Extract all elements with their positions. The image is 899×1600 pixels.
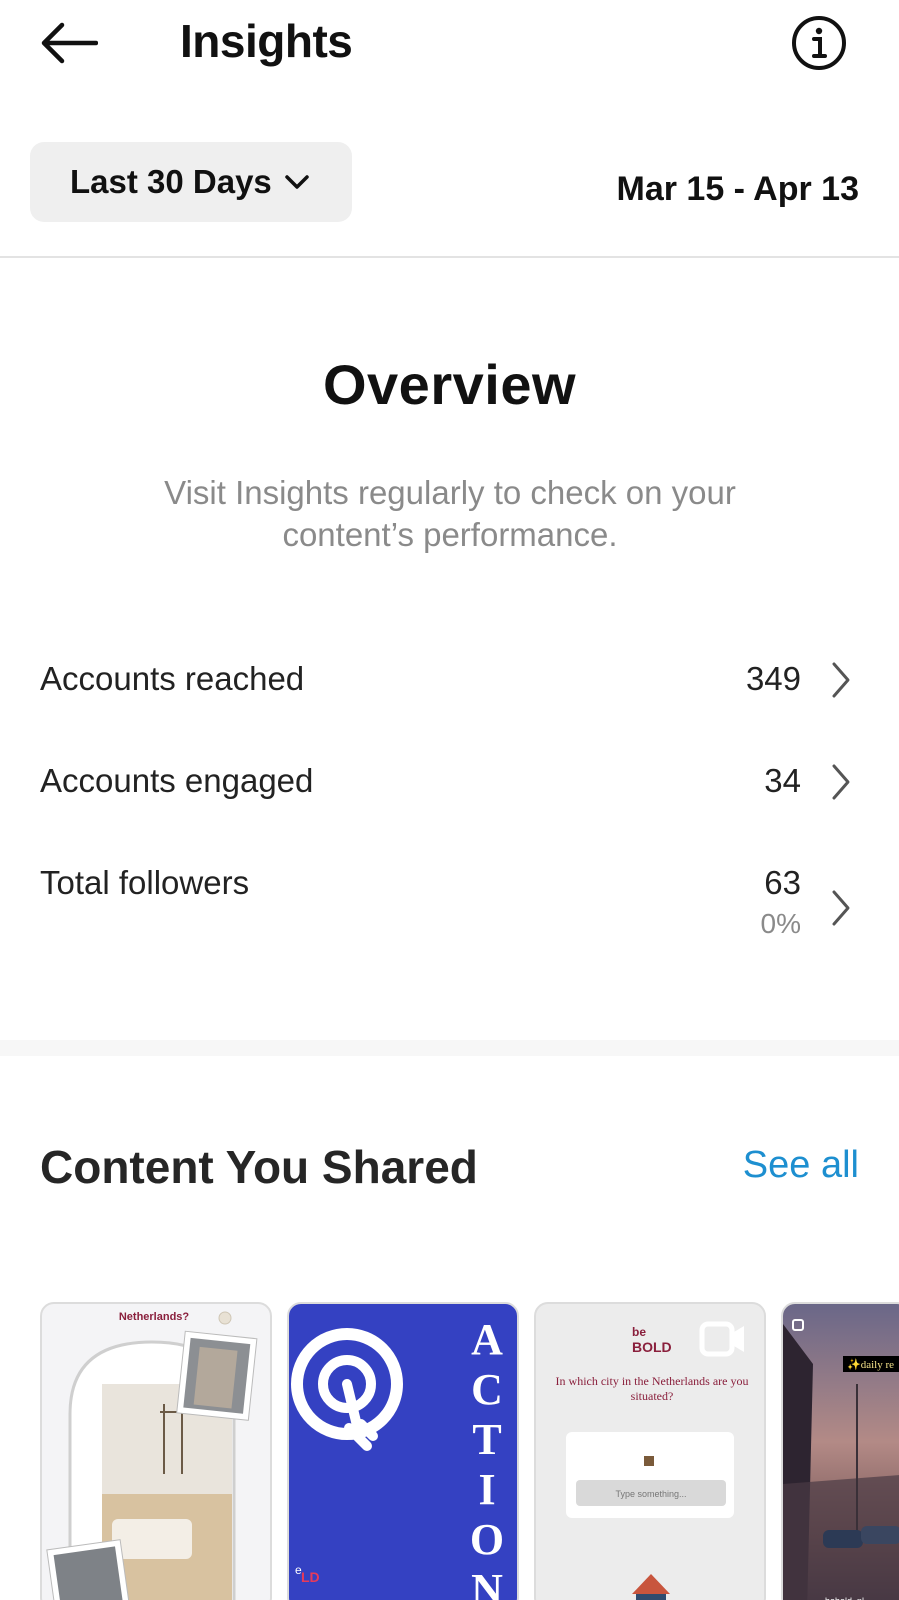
overview-title: Overview: [322, 353, 577, 416]
content-thumbnail-2[interactable]: A C T I O N e LD: [287, 1302, 519, 1600]
chevron-right-icon: [828, 660, 854, 700]
stat-row-accounts-reached[interactable]: Accounts reached 349: [0, 660, 899, 740]
content-thumbnail-1[interactable]: Netherlands?: [40, 1302, 272, 1600]
action-word: A C T I O N: [470, 1315, 504, 1600]
stat-label: Total followers: [40, 864, 250, 901]
date-range-dropdown-label: Last 30 Days: [70, 163, 272, 200]
room-photo-collage-image: Netherlands?: [46, 1311, 258, 1600]
stat-row-accounts-engaged[interactable]: Accounts engaged 34: [0, 762, 899, 842]
svg-text:C: C: [471, 1365, 503, 1414]
content-thumbnail-3[interactable]: be BOLD In which city in the Netherlands…: [534, 1302, 766, 1600]
header-bar: Insights: [0, 0, 899, 90]
date-range-text: Mar 15 - Apr 13: [616, 170, 860, 208]
street-sunset-photo: ✨daily re bebold_nl: [783, 1319, 899, 1600]
overview-subtitle: Visit Insights regularly to check on you…: [164, 474, 736, 553]
content-section-title: Content You Shared: [40, 1141, 478, 1193]
see-all-link[interactable]: See all: [743, 1144, 859, 1187]
svg-text:T: T: [472, 1415, 501, 1464]
action-target-graphic: A C T I O N e LD: [291, 1315, 504, 1600]
chevron-right-icon: [828, 762, 854, 802]
stat-value: 34: [764, 762, 801, 799]
page-title: Insights: [180, 15, 353, 67]
back-arrow-icon[interactable]: [38, 18, 102, 68]
content-thumbnail-4[interactable]: ✨daily re bebold_nl: [781, 1302, 899, 1600]
stat-change: 0%: [760, 908, 801, 939]
story-overlay-text: ✨daily re: [847, 1358, 894, 1371]
svg-text:N: N: [471, 1565, 503, 1600]
divider: [0, 256, 899, 258]
chevron-down-icon: [284, 169, 310, 195]
stat-value: 63: [764, 864, 801, 901]
thumb-caption: Netherlands?: [119, 1311, 190, 1323]
poll-question: In which city in the Netherlands are you…: [555, 1374, 749, 1403]
svg-text:A: A: [471, 1315, 503, 1364]
svg-text:O: O: [470, 1515, 504, 1564]
brand-logo: BOLD: [632, 1339, 672, 1355]
date-range-dropdown[interactable]: Last 30 Days: [30, 142, 352, 222]
poll-input-placeholder: Type something...: [615, 1489, 686, 1499]
story-handle: bebold_nl: [825, 1596, 864, 1600]
svg-text:I: I: [478, 1465, 495, 1514]
brand-logo-top: be: [632, 1325, 646, 1339]
poll-story-graphic: be BOLD In which city in the Netherlands…: [555, 1321, 749, 1600]
brand-logo-text: LD: [301, 1569, 320, 1585]
info-icon[interactable]: [790, 14, 848, 72]
section-divider: [0, 1040, 899, 1056]
stat-label: Accounts engaged: [40, 762, 314, 799]
stat-row-total-followers[interactable]: Total followers 63 0%: [0, 864, 899, 964]
stat-label: Accounts reached: [40, 660, 305, 697]
chevron-right-icon: [828, 888, 854, 928]
stat-value: 349: [745, 660, 801, 697]
